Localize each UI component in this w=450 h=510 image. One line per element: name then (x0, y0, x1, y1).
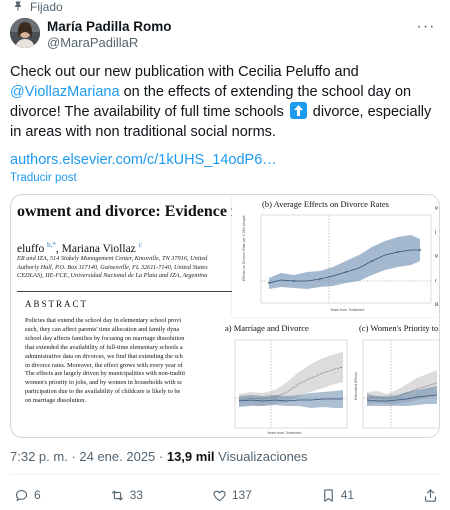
share-icon (424, 488, 437, 502)
paper-title: owment and divorce: Evidence from (17, 203, 265, 220)
repost-count: 33 (129, 488, 143, 502)
figure-marriage-divorce: a) Marriage and Divorce Years from Treat… (225, 318, 349, 437)
figure-womens-priority: (c) Women's Priority to Estimated Effect… (351, 318, 439, 437)
translate-post-link[interactable]: Traducir post (10, 172, 77, 184)
figure-plot (234, 339, 348, 429)
axis-label: Years from Treatment (267, 431, 302, 435)
tweet-text: Check out our new publication with Cecil… (10, 62, 440, 142)
divider (17, 291, 243, 292)
pinned-text: Fijado (30, 0, 63, 14)
avatar[interactable] (10, 18, 40, 48)
repost-button[interactable]: 33 (110, 488, 143, 503)
paper-affiliations: ER and IZA, 514 Stokely Management Cente… (17, 255, 208, 280)
paper-authors: eluffo b,*, Mariana Viollaz c (17, 241, 142, 255)
author-name[interactable]: María Padilla Romo (47, 19, 172, 34)
more-icon: ··· (416, 18, 436, 35)
bookmark-button[interactable]: 41 (321, 488, 354, 503)
axis-label: Effects on Divorce Rate per 1,000 people (242, 215, 246, 281)
post-time[interactable]: 7:32 p. m. (10, 449, 68, 464)
mention-link[interactable]: @ViollazMariana (10, 84, 120, 100)
author-text: eluffo (17, 242, 48, 255)
view-count: 13,9 mil (166, 449, 215, 464)
tweet-text-part: Check out our new publication with Cecil… (10, 64, 359, 80)
pinned-label: Fijado (12, 0, 63, 14)
divider (10, 474, 440, 475)
bookmark-count: 41 (340, 488, 355, 502)
author-sup: c (138, 241, 142, 249)
pin-icon (12, 0, 24, 15)
reply-count: 6 (34, 488, 41, 502)
action-bar: 6 33 137 41 (14, 486, 438, 504)
like-count: 137 (231, 488, 252, 502)
up-arrow-emoji-icon (289, 102, 307, 119)
figure-plot (362, 339, 439, 429)
author-text: , Mariana Viollaz (55, 242, 139, 255)
author-handle[interactable]: @MaraPadillaR (47, 35, 138, 50)
views-label: Visualizaciones (218, 449, 308, 464)
abstract-heading: ABSTRACT (25, 299, 89, 309)
like-button[interactable]: 137 (212, 488, 252, 503)
media-image[interactable]: owment and divorce: Evidence from eluffo… (10, 194, 440, 438)
repost-icon (111, 490, 123, 500)
abstract-body: Policies that extend the school day in e… (25, 317, 185, 405)
figure-plot (260, 214, 432, 304)
figure-average-effects: (b) Average Effects on Divorce Rates Eff… (232, 195, 438, 317)
cropped-page-text: P l P r R (435, 203, 439, 311)
article-link[interactable]: authors.elsevier.com/c/1kUHS_14odP6… (10, 152, 277, 168)
author-sup: b,* (47, 241, 56, 249)
axis-label: Estimated Effects (354, 372, 358, 400)
reply-button[interactable]: 6 (14, 488, 41, 503)
more-options-button[interactable]: ··· (414, 18, 438, 36)
bookmark-icon (323, 488, 333, 502)
reply-icon (15, 489, 28, 501)
share-button[interactable] (423, 488, 438, 503)
heart-icon (213, 490, 226, 501)
post-date[interactable]: 24 ene. 2025 (79, 449, 155, 464)
side-letters-text: P l P r R (435, 206, 439, 308)
axis-label: Years from Treatment (330, 308, 365, 312)
post-metadata: 7:32 p. m. · 24 ene. 2025 · 13,9 mil Vis… (10, 449, 308, 464)
